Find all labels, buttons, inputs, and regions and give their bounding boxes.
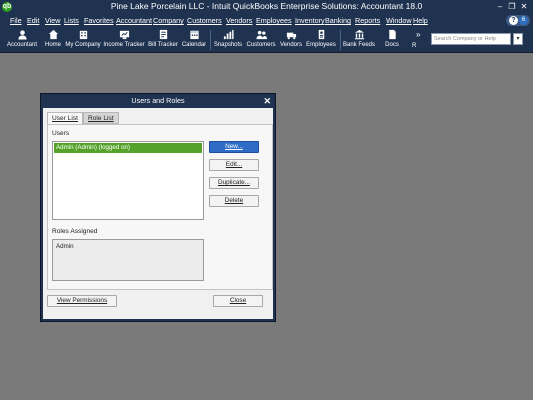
more-toolbar-icon[interactable]: »: [416, 30, 420, 39]
toolbar-label: Bill Tracker: [148, 42, 178, 48]
toolbar-calendar[interactable]: Calendar: [180, 29, 208, 51]
button-label: New...: [225, 143, 243, 150]
building-icon: [79, 30, 87, 40]
menu-edit[interactable]: Edit: [27, 16, 39, 25]
menu-help[interactable]: Help: [413, 16, 428, 25]
window-title: Pine Lake Porcelain LLC - Intuit QuickBo…: [110, 1, 423, 11]
dialog-body: User List Role List Users Admin (Admin) …: [43, 108, 273, 319]
toolbar-my-company[interactable]: My Company: [65, 29, 101, 51]
menu-window[interactable]: Window: [386, 16, 412, 25]
toolbar-label: Bank Feeds: [342, 42, 376, 48]
users-label: Users: [52, 130, 70, 137]
menu-bar: File Edit View Lists Favorites Accountan…: [0, 14, 533, 27]
button-label: Delete: [224, 197, 244, 204]
menu-vendors[interactable]: Vendors: [226, 16, 252, 25]
income-tracker-icon: [119, 30, 129, 40]
more-toolbar-label: R: [412, 43, 417, 49]
menu-file[interactable]: File: [10, 16, 22, 25]
tab-label: Role List: [88, 115, 114, 122]
close-window-button[interactable]: ✕: [519, 1, 529, 12]
toolbar-snapshots[interactable]: Snapshots: [212, 29, 244, 51]
toolbar-label: Income Tracker: [103, 42, 145, 48]
customers-icon: [255, 30, 267, 40]
toolbar-separator: [210, 30, 211, 50]
list-item: Admin: [56, 243, 74, 250]
menu-accountant[interactable]: Accountant: [116, 16, 152, 25]
menu-reports[interactable]: Reports: [355, 16, 380, 25]
menu-lists[interactable]: Lists: [64, 16, 79, 25]
minimize-button[interactable]: –: [495, 1, 505, 12]
snapshots-icon: [223, 29, 234, 40]
menu-banking[interactable]: Banking: [325, 16, 351, 25]
toolbar-vendors[interactable]: Vendors: [277, 29, 305, 51]
menu-favorites[interactable]: Favorites: [84, 16, 114, 25]
tab-role-list[interactable]: Role List: [83, 112, 119, 124]
title-bar: qb Pine Lake Porcelain LLC - Intuit Quic…: [0, 0, 533, 14]
button-label: Duplicate...: [218, 179, 250, 186]
toolbar-customers[interactable]: Customers: [245, 29, 277, 51]
view-permissions-button[interactable]: View Permissions: [47, 295, 117, 307]
dialog-title: Users and Roles: [131, 96, 185, 105]
menu-customers[interactable]: Customers: [187, 16, 222, 25]
toolbar-docs[interactable]: Docs: [380, 29, 404, 51]
help-icon: ?: [509, 16, 518, 25]
users-and-roles-dialog: Users and Roles ✕ User List Role List Us…: [40, 93, 276, 322]
notification-count-badge: 6: [519, 16, 528, 25]
toolbar-accountant[interactable]: Accountant: [4, 29, 40, 51]
new-user-button[interactable]: New...: [209, 141, 259, 153]
employees-icon: [318, 29, 324, 40]
list-item[interactable]: Admin (Admin) (logged on): [54, 143, 202, 153]
button-label: View Permissions: [56, 297, 108, 304]
user-list-panel: Users Admin (Admin) (logged on) New... E…: [47, 124, 273, 290]
duplicate-user-button[interactable]: Duplicate...: [209, 177, 259, 189]
toolbar-label: Snapshots: [213, 42, 243, 48]
button-label: Close: [229, 297, 247, 304]
toolbar-employees[interactable]: Employees: [305, 29, 337, 51]
close-button[interactable]: Close: [213, 295, 263, 307]
restore-button[interactable]: ❐: [507, 1, 517, 12]
search-dropdown-icon[interactable]: ▾: [513, 33, 523, 45]
docs-icon: [388, 29, 396, 40]
edit-user-button[interactable]: Edit...: [209, 159, 259, 171]
bill-tracker-icon: [159, 29, 167, 40]
vendors-icon: [286, 32, 296, 40]
roles-assigned-list: Admin: [52, 239, 204, 281]
roles-assigned-label: Roles Assigned: [52, 228, 98, 235]
help-notifications-button[interactable]: ? 6: [506, 15, 530, 26]
menu-inventory[interactable]: Inventory: [295, 16, 325, 25]
dialog-close-icon[interactable]: ✕: [263, 95, 271, 107]
delete-user-button[interactable]: Delete: [209, 195, 259, 207]
toolbar-label: Customers: [246, 42, 276, 48]
search-input[interactable]: Search Company or Help: [431, 33, 511, 45]
toolbar-label: Accountant: [6, 42, 38, 48]
menu-employees[interactable]: Employees: [256, 16, 292, 25]
toolbar-income-tracker[interactable]: Income Tracker: [103, 29, 145, 51]
menu-company[interactable]: Company: [153, 16, 184, 25]
home-icon: [48, 29, 58, 40]
calendar-icon: [189, 30, 199, 40]
menu-view[interactable]: View: [45, 16, 60, 25]
toolbar-label: My Company: [65, 42, 101, 48]
toolbar-label: Docs: [385, 42, 399, 48]
tab-user-list[interactable]: User List: [47, 112, 84, 124]
accountant-icon: [17, 30, 27, 40]
bank-icon: [354, 29, 364, 40]
tab-label: User List: [52, 115, 79, 122]
toolbar-home[interactable]: Home: [42, 29, 64, 51]
toolbar-label: Vendors: [279, 42, 303, 48]
button-label: Edit...: [225, 161, 243, 168]
toolbar-separator: [340, 30, 341, 50]
toolbar-label: Calendar: [181, 42, 207, 48]
toolbar-bank-feeds[interactable]: Bank Feeds: [342, 29, 376, 51]
toolbar-bill-tracker[interactable]: Bill Tracker: [146, 29, 180, 51]
toolbar-label: Home: [44, 42, 61, 48]
users-list[interactable]: Admin (Admin) (logged on): [52, 141, 204, 220]
toolbar-label: Employees: [306, 42, 336, 48]
